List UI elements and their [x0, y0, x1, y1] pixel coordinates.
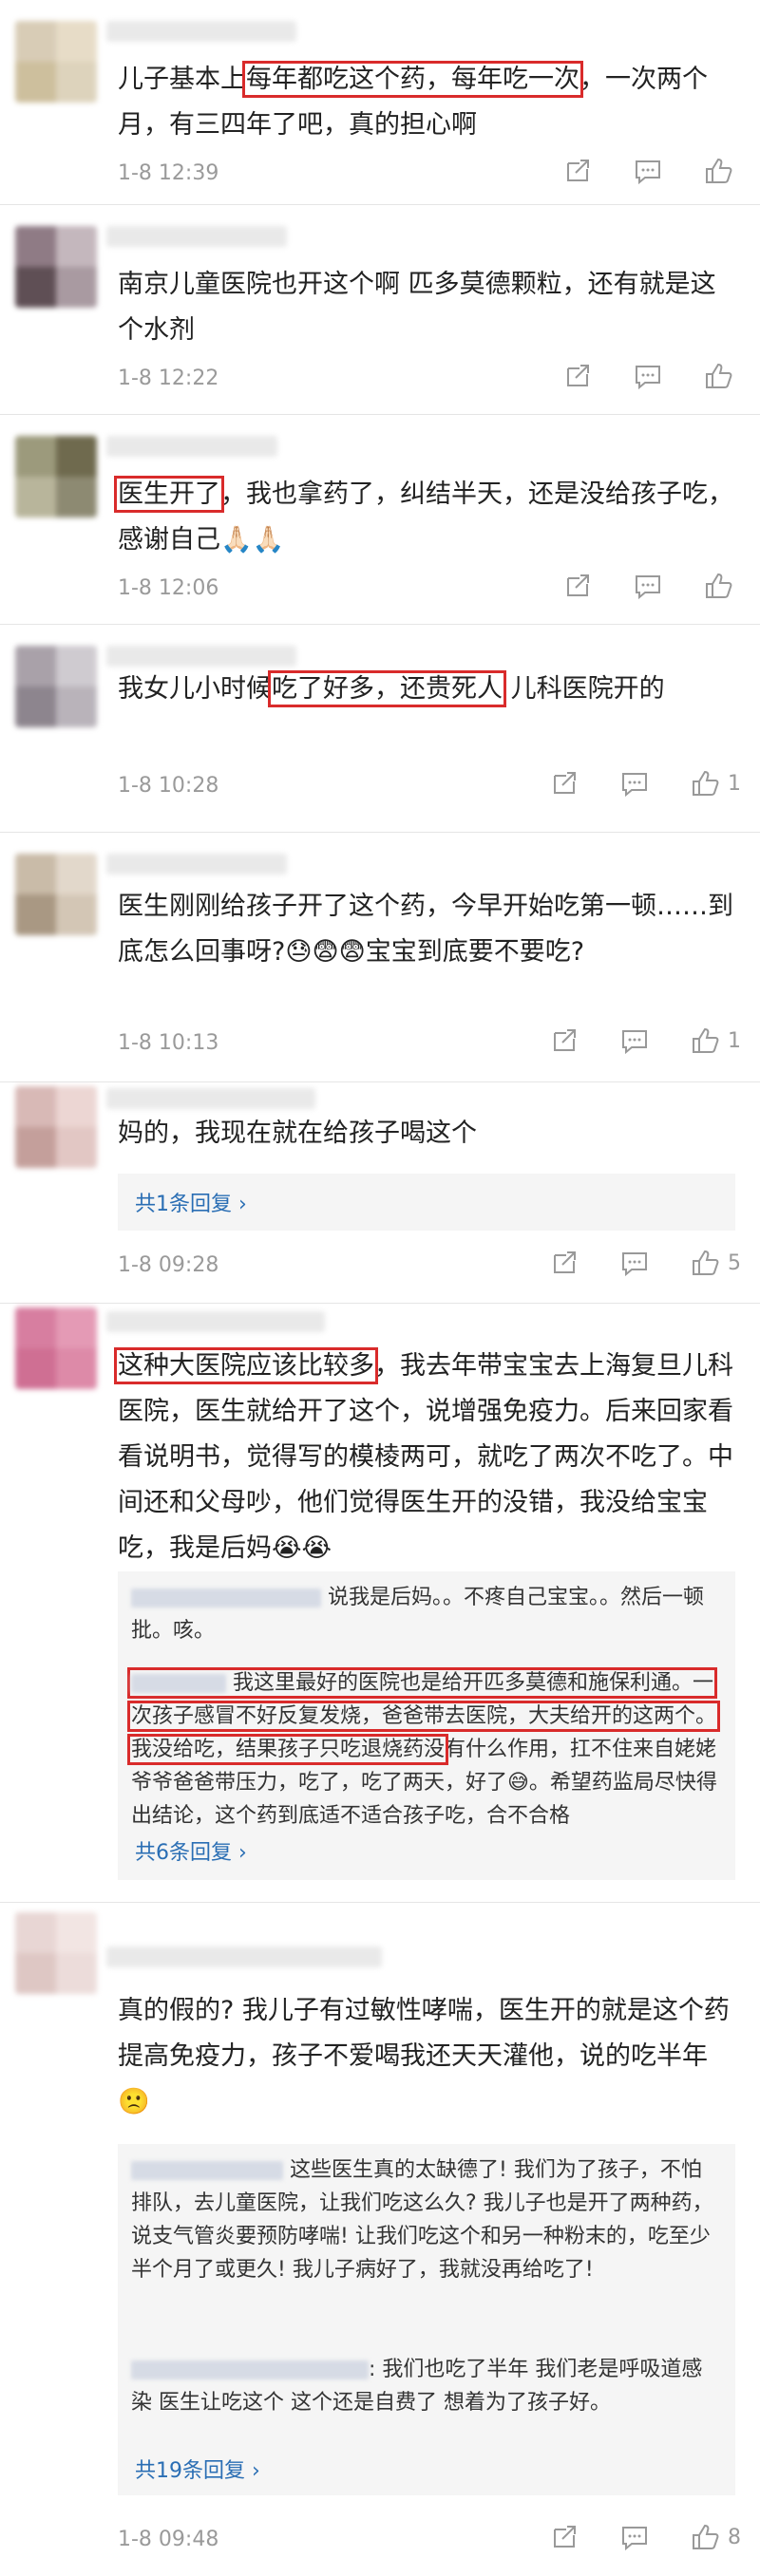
- reply-username[interactable]: [131, 2360, 369, 2379]
- avatar[interactable]: [15, 1086, 97, 1168]
- comment-4: 我女儿小时候吃了好多，还贵死人 儿科医院开的 1-8 10:28 1: [0, 625, 760, 832]
- comment-text: 我女儿小时候吃了好多，还贵死人 儿科医院开的: [118, 670, 665, 707]
- username[interactable]: [106, 1946, 382, 1967]
- like-count: 1: [728, 771, 741, 796]
- avatar[interactable]: [15, 854, 97, 935]
- username[interactable]: [106, 21, 296, 42]
- like-button[interactable]: 1: [690, 1025, 741, 1056]
- comment-8: 真的假的? 我儿子有过敏性哮喘，医生开的就是这个药提高免疫力，孩子不爱喝我还天天…: [0, 1903, 760, 2576]
- username[interactable]: [106, 226, 287, 247]
- like-button[interactable]: [703, 571, 741, 601]
- comment-1: 儿子基本上每年都吃这个药，每年吃一次，一次两个月，有三四年了吧，真的担心啊 1-…: [0, 0, 760, 204]
- comment-text: 医生开了，我也拿药了，纠结半天，还是没给孩子吃，感谢自己🙏🏻🙏🏻: [114, 476, 733, 555]
- username[interactable]: [106, 1088, 315, 1109]
- like-button[interactable]: 1: [690, 768, 741, 799]
- like-icon: [693, 770, 719, 796]
- like-count: 1: [728, 1028, 741, 1053]
- like-icon: [693, 1027, 719, 1053]
- comment-6: 妈的，我现在就在给孩子喝这个 共1条回复 › 1-8 09:28 5: [0, 1082, 760, 1303]
- comment-text: 妈的，我现在就在给孩子喝这个: [118, 1119, 477, 1148]
- avatar[interactable]: [15, 646, 97, 727]
- like-button[interactable]: 5: [690, 1248, 741, 1278]
- comment-text: 真的假的? 我儿子有过敏性哮喘，医生开的就是这个药提高免疫力，孩子不爱喝我还天天…: [118, 1996, 730, 2116]
- share-icon[interactable]: [562, 361, 593, 391]
- reply-item: 我这里最好的医院也是给开匹多莫德和施保利通。一次孩子感冒不好反复发烧，爸爸带去医…: [126, 1667, 721, 1828]
- timestamp: 1-8 12:39: [118, 161, 219, 185]
- comment-icon[interactable]: [619, 768, 650, 799]
- like-icon: [706, 573, 732, 598]
- timestamp: 1-8 12:22: [118, 367, 219, 390]
- avatar[interactable]: [15, 226, 97, 308]
- view-replies-link[interactable]: 共1条回复 ›: [135, 1187, 247, 1217]
- username[interactable]: [106, 1311, 325, 1332]
- reply-username[interactable]: [131, 1589, 321, 1608]
- timestamp: 1-8 12:06: [118, 576, 219, 600]
- highlight-box: 吃了好多，还贵死人: [268, 670, 506, 707]
- share-icon[interactable]: [549, 1025, 580, 1056]
- share-icon[interactable]: [549, 768, 580, 799]
- comment-3: 医生开了，我也拿药了，纠结半天，还是没给孩子吃，感谢自己🙏🏻🙏🏻 1-8 12:…: [0, 415, 760, 624]
- highlight-box: 每年都吃这个药，每年吃一次: [242, 61, 583, 98]
- reply-box: 共1条回复 ›: [118, 1174, 735, 1231]
- reply-item: : 我们也吃了半年 我们老是呼吸道感染 医生让吃这个 这个还是自费了 想着为了孩…: [131, 2358, 703, 2415]
- avatar[interactable]: [15, 1912, 97, 1994]
- like-icon: [693, 1250, 719, 1275]
- timestamp: 1-8 09:28: [118, 1253, 219, 1277]
- view-replies-link[interactable]: 共19条回复 ›: [135, 2454, 260, 2484]
- like-button[interactable]: 8: [690, 2522, 741, 2552]
- comment-icon[interactable]: [619, 1248, 650, 1278]
- comment-text: 南京儿童医院也开这个啊 匹多莫德颗粒，还有就是这个水剂: [118, 270, 716, 345]
- like-icon: [693, 2524, 719, 2549]
- reply-item: 说我是后妈。。不疼自己宝宝。。然后一顿批。咳。: [131, 1586, 705, 1643]
- username[interactable]: [106, 646, 296, 667]
- comment-icon[interactable]: [633, 571, 663, 601]
- like-button[interactable]: [703, 156, 741, 186]
- reply-box: 说我是后妈。。不疼自己宝宝。。然后一顿批。咳。 我这里最好的医院也是给开匹多莫德…: [118, 1571, 735, 1880]
- like-count: 5: [728, 1250, 741, 1275]
- avatar[interactable]: [15, 21, 97, 103]
- like-icon: [706, 158, 732, 183]
- comment-icon[interactable]: [633, 156, 663, 186]
- reply-item: 这些医生真的太缺德了! 我们为了孩子，不怕排队，去儿童医院，让我们吃这么久? 我…: [131, 2158, 713, 2282]
- highlight-box: 这种大医院应该比较多: [114, 1347, 378, 1384]
- reply-box: 这些医生真的太缺德了! 我们为了孩子，不怕排队，去儿童医院，让我们吃这么久? 我…: [118, 2144, 735, 2495]
- share-icon[interactable]: [562, 571, 593, 601]
- comment-7: 这种大医院应该比较多，我去年带宝宝去上海复旦儿科医院，医生就给开了这个，说增强免…: [0, 1304, 760, 1902]
- share-icon[interactable]: [549, 2522, 580, 2552]
- comment-text: 这种大医院应该比较多，我去年带宝宝去上海复旦儿科医院，医生就给开了这个，说增强免…: [114, 1347, 733, 1563]
- avatar[interactable]: [15, 436, 97, 517]
- timestamp: 1-8 09:48: [118, 2528, 219, 2551]
- comment-text: 医生刚刚给孩子开了这个药，今早开始吃第一顿……到底怎么回事呀?😓😨😨宝宝到底要不…: [118, 892, 733, 967]
- like-icon: [706, 363, 732, 388]
- username[interactable]: [106, 436, 277, 457]
- comment-icon[interactable]: [633, 361, 663, 391]
- reply-username[interactable]: [131, 1674, 226, 1693]
- like-count: 8: [728, 2525, 741, 2549]
- username[interactable]: [106, 854, 287, 874]
- comment-2: 南京儿童医院也开这个啊 匹多莫德颗粒，还有就是这个水剂 1-8 12:22: [0, 205, 760, 414]
- avatar[interactable]: [15, 1307, 97, 1389]
- share-icon[interactable]: [562, 156, 593, 186]
- reply-username[interactable]: [131, 2161, 283, 2180]
- comment-icon[interactable]: [619, 1025, 650, 1056]
- timestamp: 1-8 10:28: [118, 774, 219, 798]
- view-replies-link[interactable]: 共6条回复 ›: [135, 1835, 247, 1866]
- comment-5: 医生刚刚给孩子开了这个药，今早开始吃第一顿……到底怎么回事呀?😓😨😨宝宝到底要不…: [0, 833, 760, 1081]
- like-button[interactable]: [703, 361, 741, 391]
- comment-text: 儿子基本上每年都吃这个药，每年吃一次，一次两个月，有三四年了吧，真的担心啊: [118, 61, 708, 140]
- highlight-box: 医生开了: [114, 476, 224, 513]
- share-icon[interactable]: [549, 1248, 580, 1278]
- timestamp: 1-8 10:13: [118, 1031, 219, 1055]
- comment-icon[interactable]: [619, 2522, 650, 2552]
